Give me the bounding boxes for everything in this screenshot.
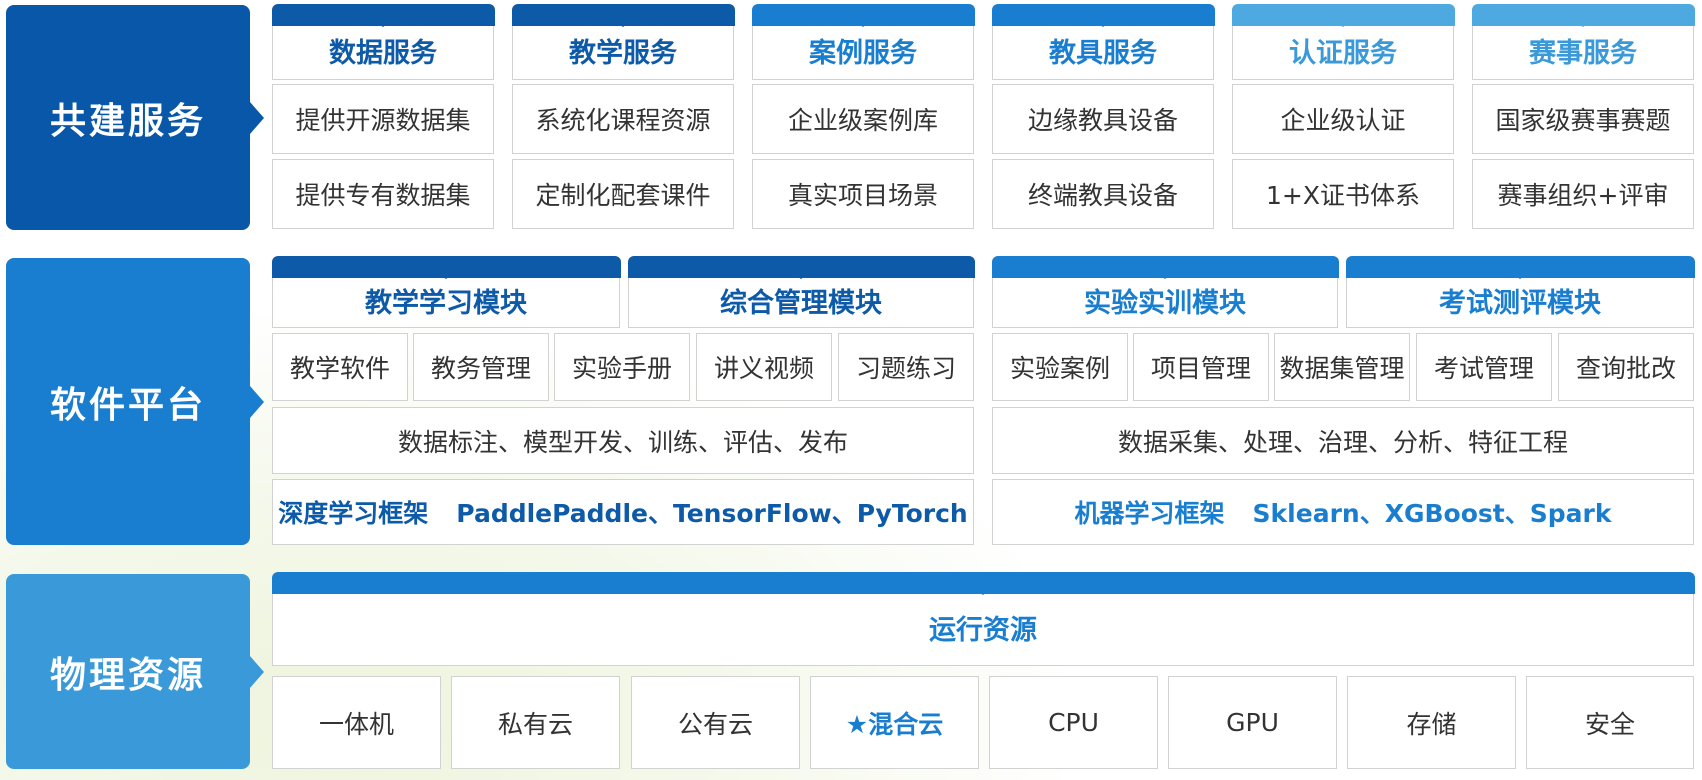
resource-item: GPU <box>1168 676 1337 769</box>
module-header-experiment: 实验实训模块 <box>991 256 1339 328</box>
resource-item: CPU <box>989 676 1158 769</box>
service-header-competition: 赛事服务 <box>1471 4 1695 80</box>
left-framework: 深度学习框架 PaddlePaddle、TensorFlow、PyTorch <box>272 479 974 545</box>
module-header-management: 综合管理模块 <box>627 256 975 328</box>
resource-item: 一体机 <box>272 676 441 769</box>
resource-item-highlighted: ★混合云 <box>810 676 979 769</box>
software-item: 实验案例 <box>992 333 1128 401</box>
service-item: 企业级案例库 <box>752 84 974 154</box>
software-layer-title: 软件平台 <box>6 258 264 545</box>
module-header-exam: 考试测评模块 <box>1345 256 1695 328</box>
physical-layer-title: 物理资源 <box>6 574 264 769</box>
right-framework: 机器学习框架 Sklearn、XGBoost、Spark <box>992 479 1694 545</box>
software-item: 数据集管理 <box>1274 333 1410 401</box>
service-header-case: 案例服务 <box>751 4 975 80</box>
software-item: 项目管理 <box>1133 333 1269 401</box>
service-header-equipment: 教具服务 <box>991 4 1215 80</box>
service-item: 边缘教具设备 <box>992 84 1214 154</box>
software-item: 查询批改 <box>1558 333 1694 401</box>
service-header-certification: 认证服务 <box>1231 4 1455 80</box>
left-framework-value: PaddlePaddle、TensorFlow、PyTorch <box>456 499 968 528</box>
resource-item: 公有云 <box>631 676 800 769</box>
service-item: 定制化配套课件 <box>512 159 734 229</box>
software-item: 实验手册 <box>554 333 690 401</box>
software-item: 教学软件 <box>272 333 408 401</box>
service-item: 企业级认证 <box>1232 84 1454 154</box>
module-header-teaching: 教学学习模块 <box>271 256 621 328</box>
software-item: 教务管理 <box>413 333 549 401</box>
resource-item: 私有云 <box>451 676 620 769</box>
right-framework-label: 机器学习框架 <box>1074 499 1225 528</box>
left-process: 数据标注、模型开发、训练、评估、发布 <box>272 407 974 474</box>
service-item: 赛事组织+评审 <box>1472 159 1694 229</box>
right-framework-value: Sklearn、XGBoost、Spark <box>1252 499 1612 528</box>
service-header-data: 数据服务 <box>271 4 495 80</box>
service-header-teaching: 教学服务 <box>511 4 735 80</box>
service-item: 提供开源数据集 <box>272 84 494 154</box>
runtime-resources-header: 运行资源 <box>271 572 1695 666</box>
service-layer-title: 共建服务 <box>6 5 264 230</box>
service-item: 真实项目场景 <box>752 159 974 229</box>
resource-item: 安全 <box>1526 676 1694 769</box>
right-process: 数据采集、处理、治理、分析、特征工程 <box>992 407 1694 474</box>
service-item: 国家级赛事赛题 <box>1472 84 1694 154</box>
service-item: 终端教具设备 <box>992 159 1214 229</box>
software-item: 习题练习 <box>838 333 974 401</box>
service-item: 系统化课程资源 <box>512 84 734 154</box>
software-item: 讲义视频 <box>696 333 832 401</box>
resource-item: 存储 <box>1347 676 1516 769</box>
service-item: 提供专有数据集 <box>272 159 494 229</box>
service-item: 1+X证书体系 <box>1232 159 1454 229</box>
software-item: 考试管理 <box>1416 333 1552 401</box>
left-framework-label: 深度学习框架 <box>278 499 429 528</box>
